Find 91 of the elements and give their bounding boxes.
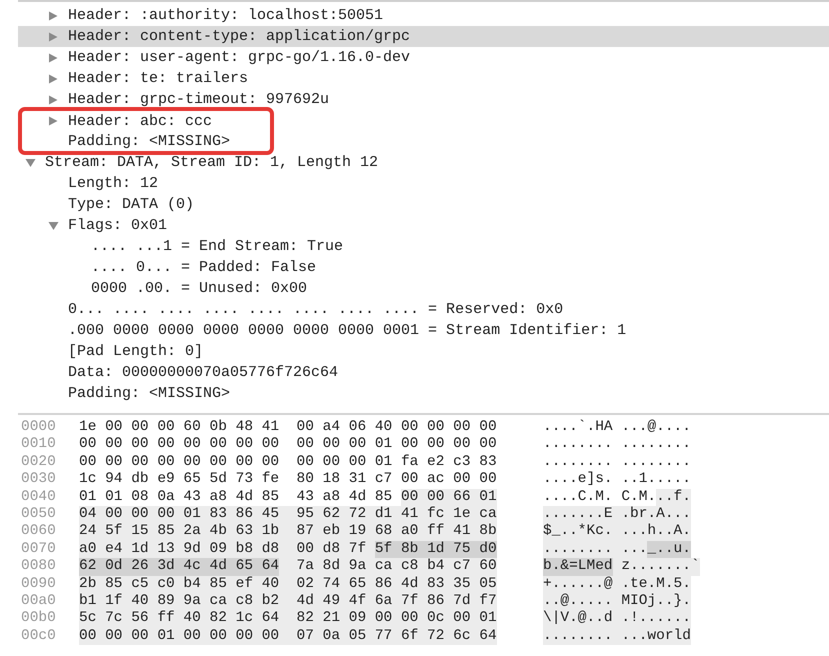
field-text: Padding: <MISSING> <box>68 385 230 402</box>
tree-row[interactable]: 0000 .00. = Unused: 0x00 <box>18 278 829 299</box>
ascii-text: _..u. <box>647 540 691 558</box>
tree-row[interactable]: Header: abc: ccc <box>22 111 230 131</box>
disclosure-triangle-icon[interactable] <box>48 94 59 104</box>
tree-row[interactable]: Header: user-agent: grpc-go/1.16.0-dev <box>18 47 829 68</box>
hex-bytes: 01 01 08 0a 43 a8 4d 85 43 a8 4d 85 <box>79 488 394 506</box>
tree-row[interactable]: .... 0... = Padded: False <box>18 257 829 278</box>
tree-row[interactable]: Header: :authority: localhost:50051 <box>18 5 829 26</box>
field-text: Header: grpc-timeout: 997692u <box>68 91 330 108</box>
field-text: .... 0... = Padded: False <box>91 259 316 276</box>
tree-row[interactable]: Header: content-type: application/grpc <box>18 26 829 47</box>
field-text: Header: content-type: application/grpc <box>68 28 410 45</box>
field-text: Data: 00000000070a05776f726c64 <box>68 364 338 381</box>
ascii-text: ..@..... MIOj..}. <box>543 592 691 610</box>
field-text: Flags: 0x01 <box>68 217 168 234</box>
field-text: Header: :authority: localhost:50051 <box>68 7 384 24</box>
hex-bytes: b1 1f 40 89 9a ca c8 b2 4d 49 4f 6a 7f 86 7d f7 <box>79 592 497 610</box>
hex-bytes: 24 5f 15 85 2a 4b 63 1b 87 eb 19 68 a0 ff 41 8b <box>79 523 497 541</box>
hex-bytes: a0 e4 1d 13 9d 09 b8 d8 00 d8 7f <box>79 540 375 558</box>
hex-bytes: 62 0d 26 3d 4c 4d 65 64 <box>79 558 280 576</box>
offset-label: 00a0 <box>20 592 57 610</box>
hex-bytes: 5f 8b 1d 75 d0 <box>374 540 497 558</box>
offset-label: 0010 <box>20 436 57 454</box>
disclosure-triangle-icon[interactable] <box>48 32 59 42</box>
disclosure-triangle-icon[interactable] <box>25 158 36 168</box>
ascii-text: \|V.@..d .!...... <box>543 610 691 628</box>
offset-label: 0050 <box>20 506 57 524</box>
offset-label: 0080 <box>20 558 57 576</box>
tree-row[interactable]: Header: grpc-timeout: 997692u <box>18 89 829 110</box>
disclosure-triangle-icon[interactable] <box>48 74 59 84</box>
field-text: Type: DATA (0) <box>68 196 194 213</box>
hex-bytes: 04 00 00 00 01 83 86 45 95 62 72 d1 41 fc 1e ca <box>79 506 497 524</box>
hex-bytes: 2b 85 c5 c0 b4 85 ef 40 02 74 65 86 4d 83 35 05 <box>79 576 497 593</box>
offset-label: 00b0 <box>20 610 57 628</box>
ascii-text: ....`.HA ...@.... <box>543 419 691 436</box>
hex-bytes: 00 00 00 00 00 00 00 00 00 00 00 01 fa e2 c3 83 <box>79 454 497 472</box>
ascii-text: ....e]s. ..1..... <box>543 471 691 489</box>
hex-bytes: 5c 7c 56 ff 40 82 1c 64 82 21 09 00 00 0c 00 01 <box>79 610 497 628</box>
ascii-text: ........ ........ <box>543 454 691 472</box>
hex-bytes: 1c 94 db e9 65 5d 73 fe 80 18 31 c7 00 ac 00 00 <box>79 471 497 489</box>
tree-row[interactable]: Stream: DATA, Stream ID: 1, Length 12 <box>18 152 829 173</box>
ascii-text: ........ ........ <box>543 436 691 454</box>
disclosure-triangle-icon[interactable] <box>48 220 59 230</box>
field-text: Header: abc: ccc <box>68 112 212 130</box>
tree-row[interactable]: 0... .... .... .... .... .... .... .... = Reserved: 0x0 <box>18 299 829 320</box>
field-text: [Pad Length: 0] <box>68 343 204 360</box>
tree-row[interactable]: .000 0000 0000 0000 0000 0000 0000 0001 = Stream Identifier: 1 <box>18 320 829 341</box>
disclosure-triangle-icon[interactable] <box>48 10 59 20</box>
field-text: Header: te: trailers <box>68 70 248 87</box>
offset-label: 0060 <box>20 523 57 541</box>
disclosure-triangle-icon[interactable] <box>48 52 59 62</box>
tree-row[interactable]: Padding: <MISSING> <box>18 383 829 404</box>
offset-label: 00c0 <box>20 628 57 646</box>
ascii-text: z.......` <box>612 558 700 576</box>
offset-label: 0090 <box>20 576 57 593</box>
hex-bytes: 7a 8d 9a ca c8 b4 c7 60 <box>279 558 497 576</box>
field-text: 0000 .00. = Unused: 0x00 <box>91 280 308 297</box>
offset-label: 0020 <box>20 454 57 472</box>
offset-label: 0000 <box>20 419 57 436</box>
tree-row[interactable]: .... ...1 = End Stream: True <box>18 236 829 257</box>
ascii-text: ........ ...world <box>543 628 691 646</box>
field-text: 0... .... .... .... .... .... .... .... = Reserved: 0x0 <box>68 301 564 318</box>
ascii-text: +......@ .te.M.5. <box>543 576 691 593</box>
disclosure-triangle-icon[interactable] <box>48 116 59 126</box>
tree-row[interactable]: Flags: 0x01 <box>18 215 829 236</box>
ascii-text: ........ ... <box>543 540 648 558</box>
field-text: .... ...1 = End Stream: True <box>91 238 344 255</box>
ascii-text: .......E .br.A... <box>543 506 691 524</box>
ascii-text: ....C.M. C.M. <box>543 488 656 506</box>
tree-row[interactable]: Header: te: trailers <box>18 68 829 89</box>
offset-label: 0030 <box>20 471 57 489</box>
tree-row[interactable]: Padding: <MISSING> <box>22 131 230 151</box>
ascii-text: b.&=LMed <box>543 558 613 576</box>
tree-row[interactable]: Length: 12 <box>18 173 829 194</box>
tree-row[interactable]: [Pad Length: 0] <box>18 341 829 362</box>
offset-label: 0040 <box>20 488 57 506</box>
field-text: Padding: <MISSING> <box>68 132 230 150</box>
hex-bytes: 00 00 66 01 <box>400 488 497 506</box>
hex-bytes: 00 00 00 00 00 00 00 00 00 00 00 01 00 00 00 00 <box>79 436 497 454</box>
hex-bytes: 1e 00 00 00 60 0b 48 41 00 a4 06 40 00 00 00 00 <box>79 419 497 436</box>
ascii-text: ..f. <box>656 488 691 506</box>
offset-label: 0070 <box>20 540 57 558</box>
ascii-text: $_..*Kc. ...h..A. <box>543 523 691 541</box>
field-text: Stream: DATA, Stream ID: 1, Length 12 <box>45 154 378 171</box>
tree-row[interactable]: Data: 00000000070a05776f726c64 <box>18 362 829 383</box>
field-text: Length: 12 <box>68 175 158 192</box>
field-text: Header: user-agent: grpc-go/1.16.0-dev <box>68 49 410 66</box>
tree-row[interactable]: Type: DATA (0) <box>18 194 829 215</box>
field-text: .000 0000 0000 0000 0000 0000 0000 0001 = Stream Identifier: 1 <box>68 322 626 339</box>
hex-bytes: 00 00 00 01 00 00 00 00 07 0a 05 77 6f 72 6c 64 <box>79 628 497 646</box>
